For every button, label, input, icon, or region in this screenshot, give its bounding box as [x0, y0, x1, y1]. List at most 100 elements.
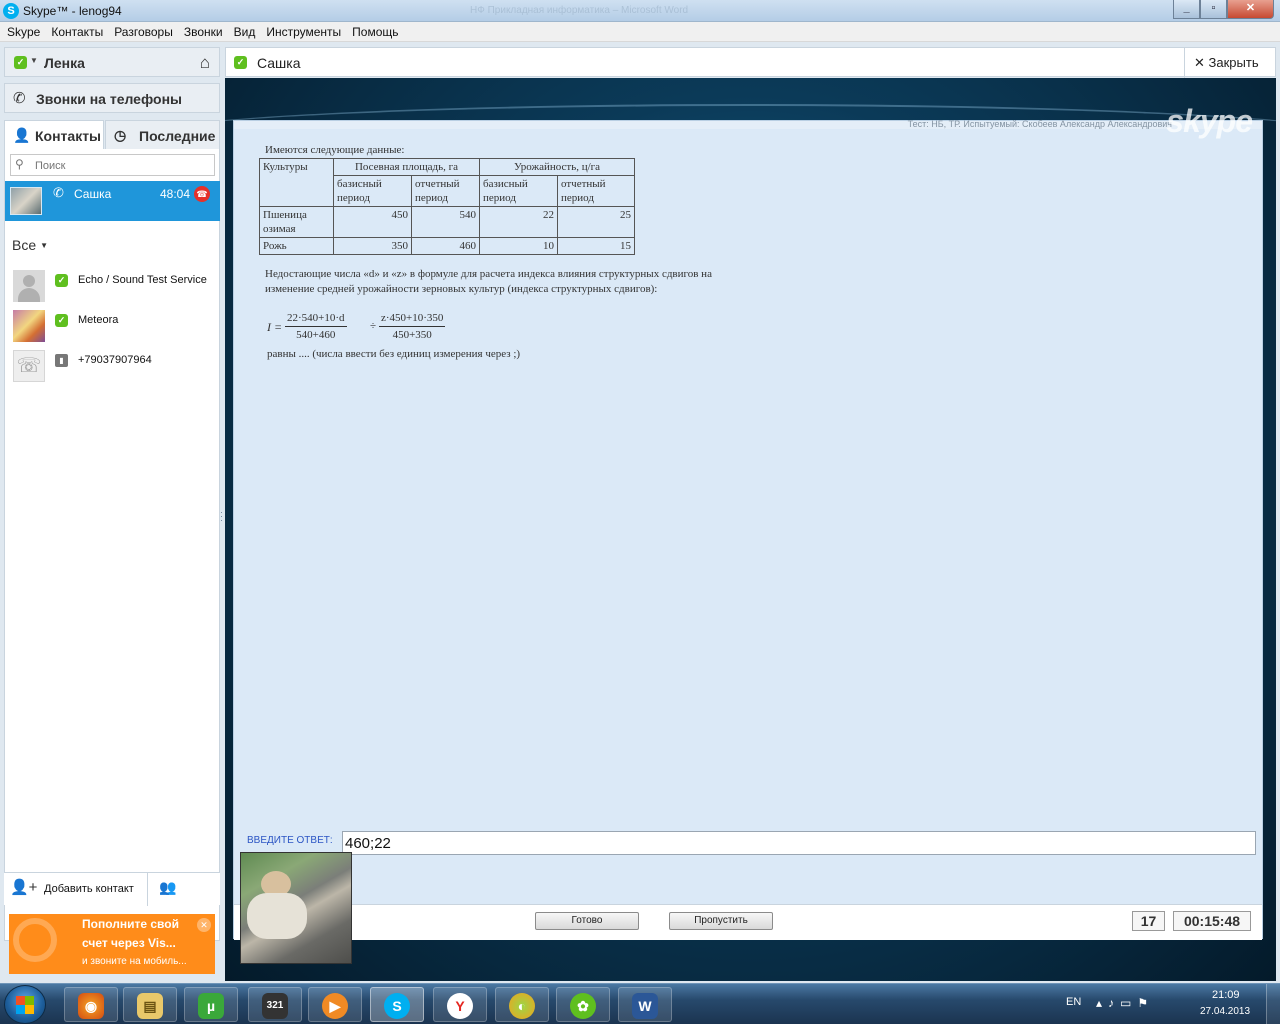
menu-conversations[interactable]: Разговоры	[110, 22, 177, 41]
promo-line-3: и звоните на мобиль...	[82, 956, 187, 967]
firefox-taskbar-icon[interactable]: ◉	[64, 987, 118, 1022]
formula-fraction-1: 22·540+10·d 540+460	[285, 311, 347, 343]
sidebar-tabs: 👤 Контакты ◷ Последние	[4, 120, 220, 150]
profile-name[interactable]: Ленка	[44, 55, 85, 71]
table-row: Пшеница озимая 450 540 22 25	[259, 206, 635, 238]
add-contact-icon[interactable]: 👤+	[10, 878, 37, 896]
icq-taskbar-icon[interactable]: ✿	[556, 987, 610, 1022]
window-title: Skype™ - lenog94	[23, 4, 122, 18]
table-subheader: базисный период	[333, 175, 412, 207]
word-taskbar-icon[interactable]: W	[618, 987, 672, 1022]
table-cell: 350	[333, 237, 412, 255]
maximize-button[interactable]: ▫	[1200, 0, 1227, 19]
phone-icon: ✆	[13, 90, 26, 107]
close-window-button[interactable]: ✕	[1227, 0, 1274, 19]
search-input[interactable]	[35, 158, 210, 173]
table-cell: 25	[557, 206, 635, 238]
start-button[interactable]	[4, 985, 46, 1024]
table-subheader: отчетный период	[411, 175, 480, 207]
ready-button[interactable]: Готово	[535, 912, 639, 930]
tab-contacts-label: Контакты	[35, 128, 102, 144]
shared-screen: Тест: НБ, ТР. Испытуемый: Скобеев Алекса…	[233, 103, 1263, 940]
table-cell: 450	[333, 206, 412, 238]
clock-time[interactable]: 21:09	[1212, 989, 1240, 1001]
skip-button[interactable]: Пропустить	[669, 912, 773, 930]
online-status-icon[interactable]: ✓	[14, 56, 27, 69]
search-icon: ⚲	[15, 157, 24, 171]
promo-line-2: счет через Vis...	[82, 936, 176, 950]
explorer-taskbar-icon[interactable]: ▤	[123, 987, 177, 1022]
close-icon[interactable]: ✕	[197, 918, 211, 932]
title-bar: S Skype™ - lenog94 НФ Прикладная информа…	[0, 0, 1280, 22]
menu-help[interactable]: Помощь	[348, 22, 402, 41]
tab-contacts[interactable]: 👤 Контакты	[4, 120, 104, 150]
formula-numerator: 22·540+10·d	[285, 311, 347, 327]
menu-contacts[interactable]: Контакты	[47, 22, 107, 41]
table-cell: 10	[479, 237, 558, 255]
hang-up-icon[interactable]: ☎	[194, 186, 210, 202]
test-footer: Готово Пропустить 17 00:15:48	[234, 904, 1262, 940]
group-contacts-icon[interactable]: 👥	[159, 879, 176, 896]
contact-avatar	[13, 310, 45, 342]
table-subheader: отчетный период	[557, 175, 635, 207]
menu-skype[interactable]: Skype	[3, 22, 44, 41]
person-icon: 👤	[13, 127, 31, 143]
profile-bar[interactable]: ✓ ▼ Ленка ⌂	[4, 47, 220, 77]
question-tail: равны .... (числа ввести без единиц изме…	[267, 348, 521, 360]
sidebar-bottom-bar: 👤+ Добавить контакт 👥	[4, 872, 220, 906]
answer-label: ВВЕДИТЕ ОТВЕТ:	[247, 835, 333, 846]
windows-taskbar: ◉ ▤ µ 321 ▶ S Y ◐ ✿ W EN ▴♪▭⚑ 21:09 27.0…	[0, 983, 1280, 1024]
menu-tools[interactable]: Инструменты	[262, 22, 345, 41]
clock-date[interactable]: 27.04.2013	[1200, 1006, 1250, 1017]
close-conversation-button[interactable]: ✕ Закрыть	[1194, 55, 1259, 71]
table-row: Рожь 350 460 10 15	[259, 237, 635, 255]
skype-taskbar-icon[interactable]: S	[370, 987, 424, 1022]
formula-denominator: 540+460	[296, 329, 336, 341]
table-header: Культуры	[259, 158, 334, 207]
self-video-preview[interactable]	[240, 852, 352, 964]
list-item[interactable]: ✓ Echo / Sound Test Service	[5, 267, 220, 307]
window-controls: _ ▫ ✕	[1173, 0, 1274, 19]
telephone-avatar-icon: ☏	[13, 350, 45, 382]
sidebar-splitter-handle[interactable]: · · ·	[220, 508, 223, 525]
browser-taskbar-icon[interactable]: ◐	[495, 987, 549, 1022]
table-cell: 540	[411, 206, 480, 238]
table-cell: 22	[479, 206, 558, 238]
online-status-icon: ✓	[55, 314, 68, 327]
list-item[interactable]: ✓ Meteora	[5, 307, 220, 347]
player-taskbar-icon[interactable]: ▶	[308, 987, 362, 1022]
call-phones-button[interactable]: ✆ Звонки на телефоны	[4, 83, 220, 113]
list-item[interactable]: ☏ ▮ +79037907964	[5, 347, 220, 387]
yandex-taskbar-icon[interactable]: Y	[433, 987, 487, 1022]
table-cell: 15	[557, 237, 635, 255]
home-icon[interactable]: ⌂	[200, 53, 210, 73]
menu-calls[interactable]: Звонки	[180, 22, 227, 41]
question-text: Недостающие числа «d» и «z» в формуле дл…	[265, 268, 712, 295]
menu-view[interactable]: Вид	[230, 22, 260, 41]
skype-watermark: skype	[1166, 103, 1253, 139]
utorrent-taskbar-icon[interactable]: µ	[184, 987, 238, 1022]
conversation-contact-name[interactable]: Сашка	[257, 55, 301, 71]
tray-icons[interactable]: ▴♪▭⚑	[1096, 996, 1154, 1010]
active-call-item[interactable]: ✆ Сашка 48:04 ☎	[5, 181, 220, 221]
search-box[interactable]: ⚲	[10, 154, 215, 176]
group-filter[interactable]: Все ▼	[12, 237, 48, 253]
minimize-button[interactable]: _	[1173, 0, 1200, 19]
tab-recent[interactable]: ◷ Последние	[105, 120, 220, 150]
conversation-header: ✓ Сашка ✕ Закрыть	[225, 47, 1276, 78]
add-contact-button[interactable]: Добавить контакт	[44, 883, 134, 895]
language-indicator[interactable]: EN	[1066, 996, 1081, 1008]
menu-bar: Skype Контакты Разговоры Звонки Вид Инст…	[0, 22, 1280, 42]
call-duration: 48:04	[160, 187, 191, 201]
skype-app-icon: S	[3, 3, 19, 19]
media-player-taskbar-icon[interactable]: 321	[248, 987, 302, 1022]
divider	[1184, 48, 1185, 78]
contact-name: +79037907964	[78, 354, 152, 366]
system-tray: EN ▴♪▭⚑ 21:09 27.04.2013	[1060, 984, 1280, 1024]
phone-number-status-icon: ▮	[55, 354, 68, 367]
show-desktop-button[interactable]	[1266, 984, 1280, 1024]
chevron-down-icon[interactable]: ▼	[30, 56, 38, 65]
answer-input[interactable]	[342, 831, 1256, 855]
promo-banner[interactable]: Пополните свой счет через Vis... и звони…	[9, 914, 215, 974]
video-call-area: Тест: НБ, ТР. Испытуемый: Скобеев Алекса…	[225, 78, 1276, 981]
